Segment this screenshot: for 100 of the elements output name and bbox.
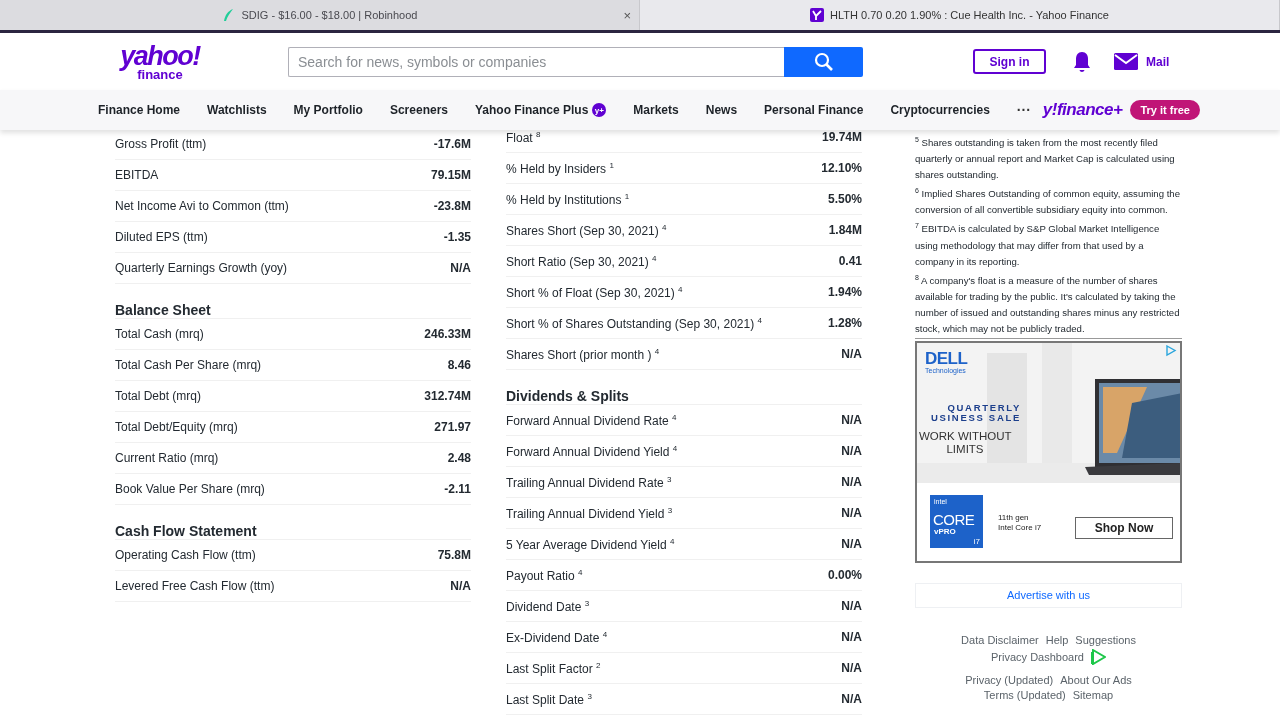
ad-choices-icon <box>1165 344 1177 357</box>
stat-label: Operating Cash Flow (ttm) <box>115 548 256 562</box>
stat-label: Last Split Date $^{3}$ <box>506 691 592 707</box>
stat-value: 271.97 <box>434 420 471 434</box>
nav-link[interactable]: Watchlists <box>207 103 267 117</box>
nav-link[interactable]: Markets <box>633 103 679 117</box>
mail-icon <box>1114 52 1138 71</box>
footer-link[interactable]: Privacy (Updated) <box>965 673 1054 686</box>
search-field[interactable]: Search for news, symbols or companies <box>288 46 784 77</box>
nav-link[interactable]: Screeners <box>389 103 448 117</box>
stat-value: 0.41 <box>838 254 862 268</box>
footer-link[interactable]: Privacy Dashboard <box>991 650 1084 663</box>
yahoo-favicon-icon <box>810 8 825 22</box>
nav-link[interactable]: My Portfolio <box>293 103 363 117</box>
stat-label: Diluted EPS (ttm) <box>115 230 208 244</box>
stat-value: N/A <box>841 599 862 613</box>
ad-text: 11th gen <box>998 512 1029 522</box>
stat-value: 12.10% <box>821 161 862 175</box>
stat-label: 5 Year Average Dividend Yield $^{4}$ <box>506 536 675 552</box>
nav-link[interactable]: Personal Finance <box>764 103 864 117</box>
stat-value: N/A <box>841 475 862 489</box>
footnote: $^{7}$ EBITDA is calculated by S&P Global Market Intelligence using methodology that may differ from that used by a company in its reporting. <box>915 221 1161 269</box>
footer-link[interactable]: Data Disclaimer <box>961 633 1039 646</box>
stat-value: 0.00% <box>827 568 862 582</box>
footer-link[interactable]: Suggestions <box>1075 633 1136 646</box>
stat-value: -17.6M <box>433 137 471 151</box>
stat-value: N/A <box>450 579 471 593</box>
logo-subtitle[interactable]: finance <box>137 67 183 81</box>
close-icon[interactable]: × <box>623 8 631 23</box>
stat-label: Short % of Float (Sep 30, 2021) $^{4}$ <box>506 284 683 300</box>
stat-label: Book Value Per Share (mrq) <box>115 482 265 496</box>
footnote: $^{8}$ A company's float is a measure of the number of shares available for trading by the public. It's calculated by taking the number of issued and outstanding shares minus any restricted stock, which may not be publicly traded. <box>915 272 1181 336</box>
stat-value: 312.74M <box>424 389 471 403</box>
ad-text: Intel Core i7 <box>998 522 1042 532</box>
nav-link[interactable]: Cryptocurrencies <box>890 103 990 117</box>
footer-link[interactable]: Terms (Updated) <box>983 688 1066 701</box>
ad-tagline: WORK WITHOUT <box>919 429 1011 443</box>
sign-in-button[interactable]: Sign in <box>973 49 1046 74</box>
footer-link[interactable]: Sitemap <box>1072 688 1114 701</box>
stat-label: Shares Short (Sep 30, 2021) $^{4}$ <box>506 222 667 238</box>
stat-label: % Held by Insiders $^{1}$ <box>506 160 614 176</box>
stat-label: Ex-Dividend Date $^{4}$ <box>506 629 608 645</box>
mail-link[interactable]: Mail <box>1114 52 1170 71</box>
stat-value: -2.11 <box>444 482 471 496</box>
stat-value: N/A <box>841 413 862 427</box>
shop-now-button[interactable]: Shop Now <box>1075 516 1173 539</box>
search-icon <box>814 52 833 71</box>
stat-value: 8.46 <box>447 358 471 372</box>
stat-label: Levered Free Cash Flow (ttm) <box>115 579 275 593</box>
badge-text: CORE <box>933 510 975 528</box>
stat-label: % Held by Institutions $^{1}$ <box>506 191 630 207</box>
footer-link[interactable]: Help <box>1045 633 1069 646</box>
nav-link[interactable]: Yahoo Finance Plus y+ <box>475 103 607 117</box>
stat-label: Trailing Annual Dividend Yield $^{3}$ <box>506 505 673 521</box>
stat-value: 1.94% <box>827 285 862 299</box>
stat-label: Short Ratio (Sep 30, 2021) $^{4}$ <box>506 253 657 269</box>
stat-value: 1.28% <box>827 316 862 330</box>
more-button[interactable]: ··· <box>1016 102 1031 118</box>
logo-text[interactable]: yahoo! <box>120 42 200 70</box>
nav-link[interactable]: Finance Home <box>98 103 181 117</box>
ad-headline: USINESS SALE <box>929 412 1021 423</box>
footnote: $^{5}$ Shares outstanding is taken from the most recently filed quarterly or annual report and Market Cap is calculated using shares outstanding. <box>915 135 1176 183</box>
stat-label: Dividend Date $^{3}$ <box>506 598 590 614</box>
stat-value: -1.35 <box>443 230 471 244</box>
search-button[interactable] <box>784 46 863 77</box>
advertise-link[interactable]: Advertise with us <box>1006 589 1091 602</box>
finance-plus-logo[interactable]: y!finance+ <box>1042 100 1123 120</box>
tab-title: SDIG - $16.00 - $18.00 | Robinhood <box>241 9 418 21</box>
stat-label: Shares Short (prior month ) $^{4}$ <box>506 346 660 362</box>
browser-tab[interactable]: HLTH 0.70 0.20 1.90% : Cue Health Inc. - Yahoo Finance <box>640 0 1280 30</box>
stat-label: Gross Profit (ttm) <box>115 137 207 151</box>
section-heading: Dividends & Splits <box>506 370 862 405</box>
section-heading: Balance Sheet <box>115 284 471 319</box>
badge-text: i7 <box>973 536 980 546</box>
mail-label: Mail <box>1146 54 1170 69</box>
nav-link[interactable]: News <box>705 103 738 117</box>
stat-value: 1.84M <box>828 223 862 237</box>
stat-value: -23.8M <box>433 199 471 213</box>
stat-label: EBITDA <box>115 168 159 182</box>
stat-value: 5.50% <box>827 192 862 206</box>
stat-value: N/A <box>841 630 862 644</box>
stat-label: Trailing Annual Dividend Rate $^{3}$ <box>506 474 672 490</box>
stat-value: N/A <box>450 261 471 275</box>
stat-value: N/A <box>841 444 862 458</box>
stat-label: Quarterly Earnings Growth (yoy) <box>115 261 288 275</box>
feather-icon <box>221 8 236 22</box>
badge-text: vPRO <box>934 526 956 536</box>
footnote: $^{6}$ Implied Shares Outstanding of common equity, assuming the conversion of all convertible subsidiary equity into common. <box>915 186 1182 218</box>
stat-label: Forward Annual Dividend Rate $^{4}$ <box>506 412 677 428</box>
stat-value: 19.74M <box>821 130 862 144</box>
stat-value: N/A <box>841 537 862 551</box>
stat-label: Float $^{8}$ <box>506 130 541 145</box>
stat-label: Total Debt/Equity (mrq) <box>115 420 238 434</box>
stat-value: N/A <box>841 506 862 520</box>
stat-label: Total Cash (mrq) <box>115 327 204 341</box>
stat-label: Payout Ratio $^{4}$ <box>506 567 583 583</box>
footer-link[interactable]: About Our Ads <box>1060 673 1132 686</box>
tab-title: HLTH 0.70 0.20 1.90% : Cue Health Inc. - Yahoo Finance <box>830 9 1109 21</box>
try-it-free-button[interactable]: Try it free <box>1130 100 1200 120</box>
stat-value: 75.8M <box>437 548 471 562</box>
